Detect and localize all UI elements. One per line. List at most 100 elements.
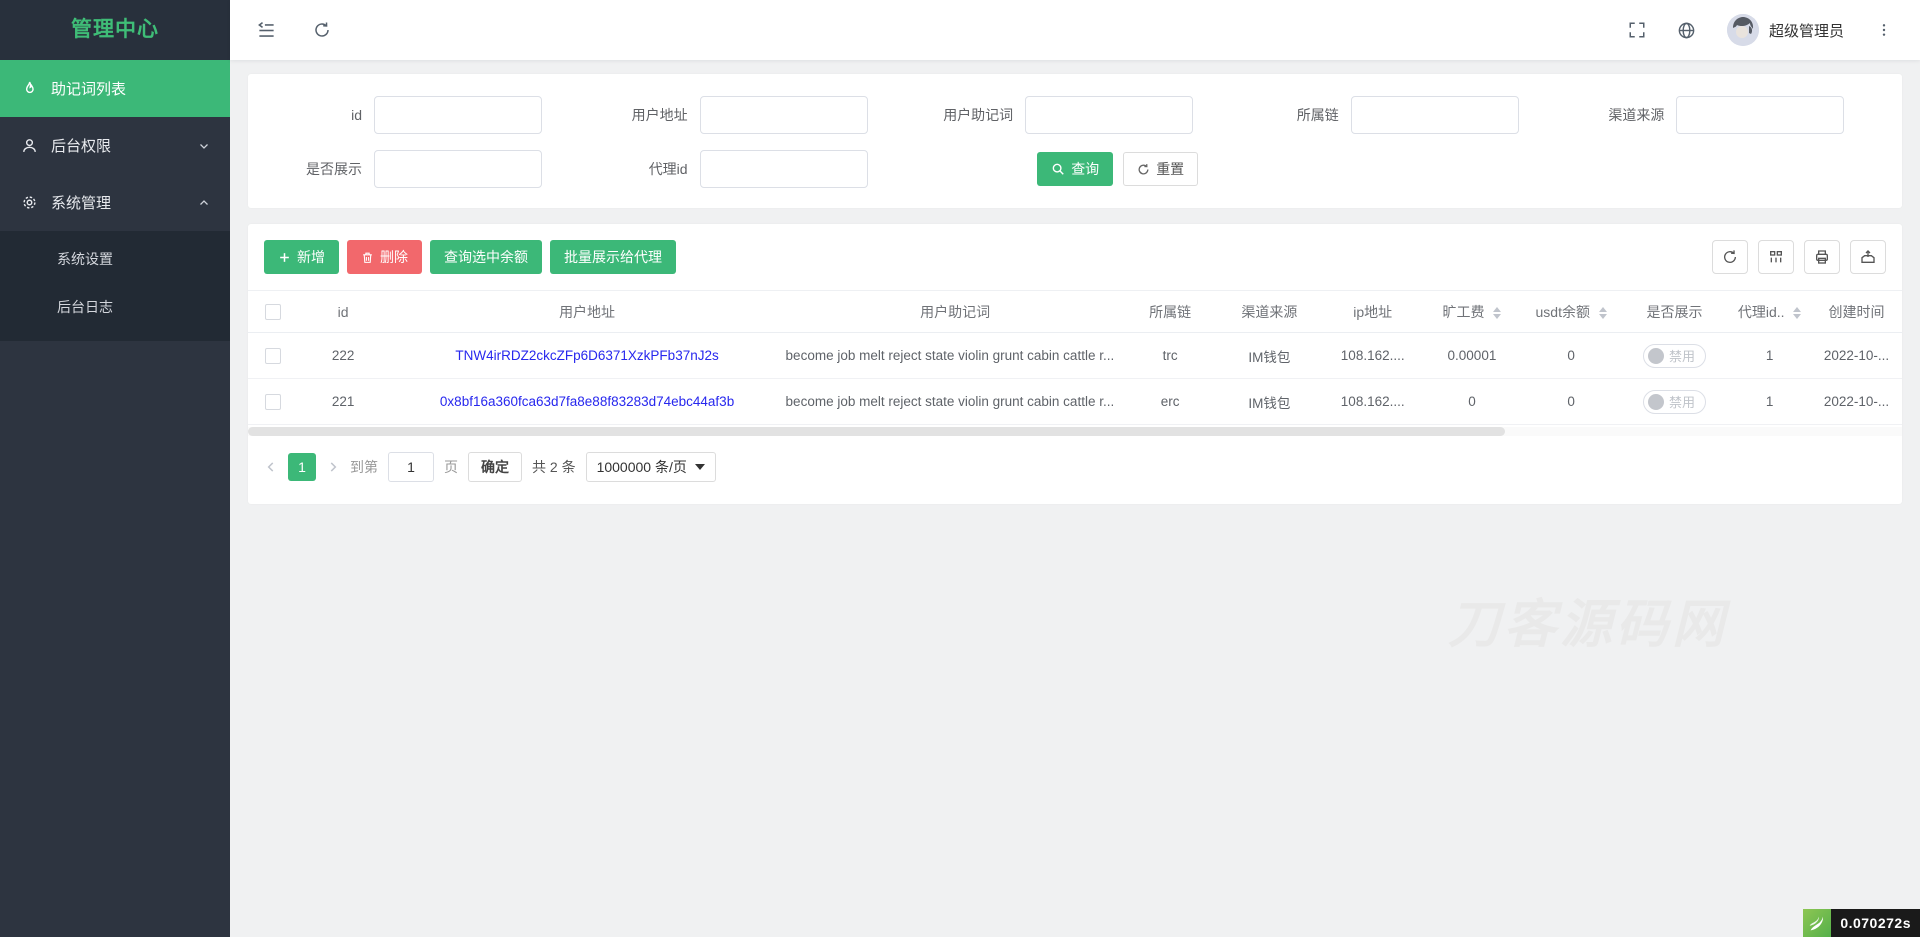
search-field-chain: 所属链 — [1243, 96, 1559, 134]
page-size-label: 1000000 条/页 — [597, 457, 687, 477]
pagination: 1 到第 页 确定 共 2 条 1000000 条/页 — [248, 442, 1902, 498]
cell-ip: 108.162.... — [1323, 333, 1422, 379]
sort-icon[interactable] — [1599, 307, 1607, 319]
sidebar: 管理中心 助记词列表 后台权限 — [0, 0, 230, 937]
select-all-checkbox[interactable] — [265, 304, 281, 320]
user-menu[interactable]: 超级管理员 — [1727, 14, 1844, 46]
col-header-label: usdt余额 — [1536, 304, 1590, 320]
row-checkbox[interactable] — [265, 348, 281, 364]
delete-button[interactable]: 删除 — [347, 240, 422, 274]
search-icon — [1051, 162, 1065, 176]
display-toggle[interactable]: 禁用 — [1643, 344, 1706, 368]
address-link[interactable]: TNW4irRDZ2ckcZFp6D6371XzkPFb37nJ2s — [455, 348, 718, 363]
collapse-sidebar-icon[interactable] — [256, 20, 276, 40]
more-options-icon[interactable] — [1874, 20, 1894, 40]
horizontal-scrollbar[interactable] — [248, 427, 1902, 436]
search-input-display[interactable] — [374, 150, 542, 188]
print-button[interactable] — [1804, 240, 1840, 274]
search-input-agent-id[interactable] — [700, 150, 868, 188]
cell-fee: 0 — [1422, 379, 1521, 425]
search-field-agent-id: 代理id — [592, 150, 908, 188]
search-field-id: id — [266, 96, 582, 134]
cell-mnemonic: become job melt reject state violin grun… — [786, 333, 1125, 379]
refresh-page-icon[interactable] — [312, 20, 332, 40]
add-button[interactable]: 新增 — [264, 240, 339, 274]
col-header-mnemonic: 用户助记词 — [786, 291, 1125, 333]
table-row: 221 0x8bf16a360fca63d7fa8e88f83283d74ebc… — [248, 379, 1902, 425]
confirm-jump-button[interactable]: 确定 — [468, 452, 522, 482]
batch-show-agent-button[interactable]: 批量展示给代理 — [550, 240, 676, 274]
page-timer-badge: 0.070272s — [1803, 909, 1920, 937]
jump-page-input[interactable] — [388, 452, 434, 482]
plus-icon — [278, 251, 291, 264]
export-button[interactable] — [1850, 240, 1886, 274]
page-size-select[interactable]: 1000000 条/页 — [586, 452, 716, 482]
col-header-fee[interactable]: 旷工费 — [1422, 291, 1521, 333]
col-header-channel: 渠道来源 — [1216, 291, 1324, 333]
scrollbar-thumb[interactable] — [248, 427, 1505, 436]
search-field-mnemonic: 用户助记词 — [917, 96, 1233, 134]
delete-button-label: 删除 — [380, 247, 408, 267]
page-number-button[interactable]: 1 — [288, 453, 316, 481]
username-label: 超级管理员 — [1769, 20, 1844, 41]
search-field-channel: 渠道来源 — [1568, 96, 1884, 134]
sidebar-item-system-management[interactable]: 系统管理 — [0, 174, 230, 231]
printer-icon — [1814, 249, 1830, 265]
content-area: id 用户地址 用户助记词 所属链 — [230, 60, 1920, 937]
prev-page-icon[interactable] — [264, 460, 278, 474]
cell-id: 221 — [298, 379, 389, 425]
display-toggle[interactable]: 禁用 — [1643, 390, 1706, 414]
app-title: 管理中心 — [0, 0, 230, 60]
next-page-icon[interactable] — [326, 460, 340, 474]
table-panel: 新增 删除 查询选中余额 批量展示给代理 — [248, 224, 1902, 504]
toolbar-tools — [1712, 240, 1886, 274]
col-header-chain: 所属链 — [1125, 291, 1216, 333]
col-header-label: 旷工费 — [1443, 304, 1485, 320]
field-label: 代理id — [592, 159, 700, 179]
field-label: 是否展示 — [266, 159, 374, 179]
query-button[interactable]: 查询 — [1037, 152, 1113, 186]
toggle-knob-icon — [1648, 394, 1664, 410]
column-settings-button[interactable] — [1758, 240, 1794, 274]
user-icon — [20, 137, 38, 155]
search-input-channel[interactable] — [1676, 96, 1844, 134]
sidebar-item-label: 系统管理 — [51, 192, 111, 213]
sort-icon[interactable] — [1493, 307, 1501, 319]
col-header-id: id — [298, 291, 389, 333]
search-input-address[interactable] — [700, 96, 868, 134]
sidebar-item-admin-logs[interactable]: 后台日志 — [0, 283, 230, 331]
address-link[interactable]: 0x8bf16a360fca63d7fa8e88f83283d74ebc44af… — [440, 394, 734, 409]
col-header-agent-id[interactable]: 代理id.. — [1728, 291, 1811, 333]
search-input-chain[interactable] — [1351, 96, 1519, 134]
search-input-mnemonic[interactable] — [1025, 96, 1193, 134]
sidebar-item-system-settings[interactable]: 系统设置 — [0, 235, 230, 283]
language-globe-icon[interactable] — [1677, 20, 1697, 40]
query-selected-balance-button[interactable]: 查询选中余额 — [430, 240, 542, 274]
cell-id: 222 — [298, 333, 389, 379]
fullscreen-icon[interactable] — [1627, 20, 1647, 40]
col-header-select — [248, 291, 298, 333]
jump-prefix-label: 到第 — [350, 457, 378, 477]
reset-icon — [1137, 163, 1150, 176]
cell-created: 2022-10-... — [1811, 379, 1902, 425]
reset-button-label: 重置 — [1156, 159, 1184, 179]
sidebar-item-admin-permission[interactable]: 后台权限 — [0, 117, 230, 174]
cell-agent-id: 1 — [1728, 379, 1811, 425]
cell-fee: 0.00001 — [1422, 333, 1521, 379]
row-checkbox[interactable] — [265, 394, 281, 410]
cell-chain: erc — [1125, 379, 1216, 425]
sidebar-item-label: 助记词列表 — [51, 78, 126, 99]
table-toolbar: 新增 删除 查询选中余额 批量展示给代理 — [248, 224, 1902, 290]
table-refresh-button[interactable] — [1712, 240, 1748, 274]
flame-icon — [20, 80, 38, 98]
sidebar-item-mnemonic-list[interactable]: 助记词列表 — [0, 60, 230, 117]
cell-chain: trc — [1125, 333, 1216, 379]
avatar — [1727, 14, 1759, 46]
reset-button[interactable]: 重置 — [1123, 152, 1198, 186]
app-root: 管理中心 助记词列表 后台权限 — [0, 0, 1920, 937]
chevron-up-icon — [198, 197, 210, 209]
sort-icon[interactable] — [1793, 307, 1801, 319]
search-input-id[interactable] — [374, 96, 542, 134]
export-icon — [1860, 249, 1876, 265]
col-header-usdt[interactable]: usdt余额 — [1522, 291, 1621, 333]
